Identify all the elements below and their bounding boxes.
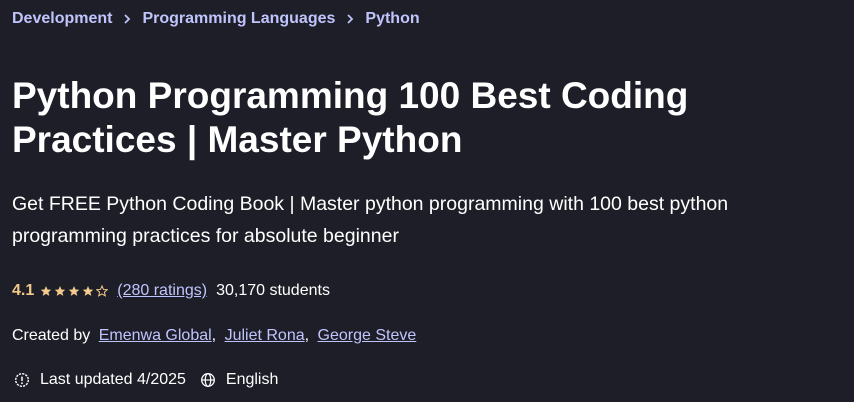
instructor-link-george-steve[interactable]: George Steve: [318, 327, 417, 344]
globe-icon: [200, 373, 215, 387]
course-language: English: [225, 371, 279, 388]
created-by: Created by Emenwa Global, Juliet Rona, G…: [12, 327, 416, 345]
last-updated: Last updated 4/2025: [40, 371, 186, 388]
star-full-icon: [55, 286, 66, 296]
breadcrumb-python[interactable]: Python: [365, 10, 419, 28]
rating-value: 4.1: [12, 282, 35, 299]
students-count: 30,170 students: [216, 282, 330, 299]
course-meta: Last updated 4/2025 English: [14, 371, 292, 389]
created-by-label: Created by: [12, 327, 91, 344]
star-rating: [40, 285, 110, 297]
star-full-icon: [83, 286, 94, 296]
instructor-link-emenwa-global[interactable]: Emenwa Global: [99, 327, 212, 344]
star-empty-icon: [96, 285, 109, 297]
rating-row: 4.1 (280 ratings) 30,170 students: [12, 282, 330, 300]
chevron-right-icon: [335, 14, 365, 24]
instructor-link-juliet-rona[interactable]: Juliet Rona: [225, 327, 305, 344]
star-full-icon: [69, 286, 80, 296]
ratings-count-link[interactable]: (280 ratings): [117, 282, 207, 300]
chevron-right-icon: [112, 14, 142, 24]
breadcrumb-development[interactable]: Development: [12, 10, 112, 28]
star-full-icon: [41, 286, 52, 296]
breadcrumb-programming-languages[interactable]: Programming Languages: [142, 10, 335, 28]
course-title: Python Programming 100 Best Coding Pract…: [12, 75, 689, 160]
course-subtitle: Get FREE Python Coding Book | Master pyt…: [12, 193, 729, 247]
instructor-separator: ,: [211, 327, 217, 344]
breadcrumb: Development Programming Languages Python: [12, 10, 420, 28]
alert-badge-icon: [14, 372, 30, 388]
instructor-separator: ,: [304, 327, 310, 344]
